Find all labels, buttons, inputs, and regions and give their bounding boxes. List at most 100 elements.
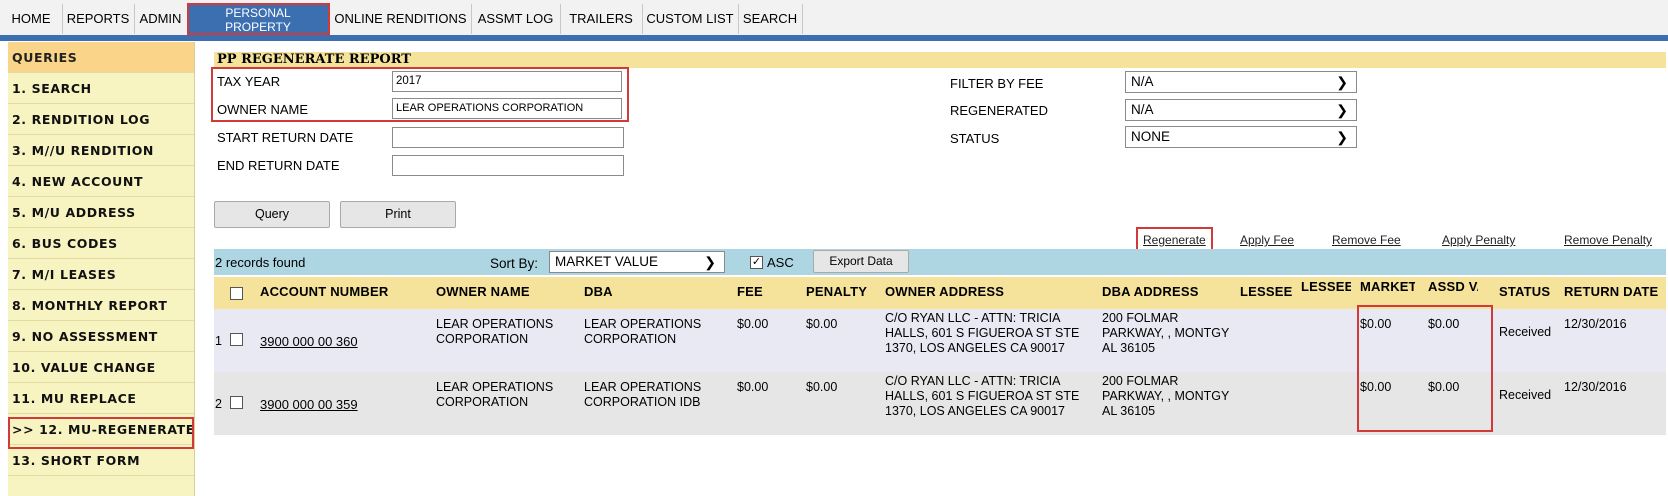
col-status[interactable]: STATUS	[1499, 277, 1550, 309]
market-value-cell: $0.00	[1360, 317, 1392, 331]
sidebar-item-monthly-report[interactable]: 8. MONTHLY REPORT	[8, 290, 194, 321]
sidebar-item-mu-regenerate[interactable]: >> 12. MU-REGENERATE	[8, 414, 194, 445]
row-number: 1	[215, 334, 222, 348]
print-button[interactable]: Print	[340, 201, 456, 228]
dba-cell: LEAR OPERATIONS CORPORATION	[584, 317, 702, 346]
sidebar-item-no-assessment[interactable]: 9. NO ASSESSMENT	[8, 321, 194, 352]
select-all-checkbox[interactable]	[230, 287, 243, 300]
row-number: 2	[215, 397, 222, 411]
status-value: NONE	[1131, 129, 1171, 144]
col-return-date[interactable]: RETURN DATE	[1564, 277, 1658, 309]
sidebar-item-mu-replace[interactable]: 11. MU REPLACE	[8, 383, 194, 414]
col-account-number[interactable]: ACCOUNT NUMBER	[260, 277, 388, 309]
status-cell: Received	[1499, 325, 1552, 339]
chevron-down-icon: ❯	[704, 254, 716, 270]
tax-year-input[interactable]: 2017	[392, 71, 622, 92]
row-checkbox[interactable]	[230, 333, 243, 346]
col-owner-address[interactable]: OWNER ADDRESS	[885, 277, 1004, 309]
fee-cell: $0.00	[737, 380, 769, 394]
filter-fee-label: FILTER BY FEE	[950, 76, 1044, 91]
tax-year-label: TAX YEAR	[217, 74, 281, 89]
col-lessee-addr[interactable]: LESSEE ADDR	[1301, 277, 1351, 309]
asc-checkbox[interactable]: ✓	[750, 256, 763, 269]
sidebar-item-rendition-log[interactable]: 2. RENDITION LOG	[8, 104, 194, 135]
col-owner-name[interactable]: OWNER NAME	[436, 277, 530, 309]
col-dba-address[interactable]: DBA ADDRESS	[1102, 277, 1199, 309]
nav-tab-custom-list[interactable]: CUSTOM LIST	[642, 4, 739, 34]
account-number-link[interactable]: 3900 000 00 360	[260, 334, 358, 349]
assd-value-cell: $0.00	[1428, 317, 1460, 331]
owner-name-cell: LEAR OPERATIONS CORPORATION	[436, 317, 554, 346]
start-return-label: START RETURN DATE	[217, 130, 354, 145]
top-nav: HOME REPORTS ADMIN PERSONAL PROPERTY ONL…	[0, 0, 1668, 36]
apply-penalty-link[interactable]: Apply Penalty	[1442, 233, 1515, 247]
records-found-text: 2 records found	[215, 255, 306, 270]
col-fee[interactable]: FEE	[737, 277, 763, 309]
end-return-label: END RETURN DATE	[217, 158, 340, 173]
sidebar-item-search[interactable]: 1. SEARCH	[8, 73, 194, 104]
sidebar-item-short-form[interactable]: 13. SHORT FORM	[8, 445, 194, 476]
query-button[interactable]: Query	[214, 201, 330, 228]
filter-fee-select[interactable]: N/A ❯	[1125, 71, 1357, 93]
nav-tab-reports[interactable]: REPORTS	[62, 4, 135, 34]
owner-name-input[interactable]: LEAR OPERATIONS CORPORATION	[392, 98, 622, 119]
penalty-cell: $0.00	[806, 317, 838, 331]
row-checkbox[interactable]	[230, 396, 243, 409]
assd-value-cell: $0.00	[1428, 380, 1460, 394]
asc-label: ASC	[767, 255, 794, 270]
nav-tab-admin[interactable]: ADMIN	[134, 4, 188, 34]
sidebar-item-mu-rendition[interactable]: 3. M//U RENDITION	[8, 135, 194, 166]
results-control-bar: 2 records found Sort By: MARKET VALUE ❯ ✓…	[214, 249, 1666, 275]
fee-cell: $0.00	[737, 317, 769, 331]
sidebar-item-mu-address[interactable]: 5. M/U ADDRESS	[8, 197, 194, 228]
regenerated-select[interactable]: N/A ❯	[1125, 99, 1357, 121]
nav-tab-home[interactable]: HOME	[0, 4, 63, 34]
sort-by-label: Sort By:	[490, 256, 539, 271]
export-data-button[interactable]: Export Data	[813, 250, 909, 273]
col-penalty[interactable]: PENALTY	[806, 277, 867, 309]
sidebar-item-new-account[interactable]: 4. NEW ACCOUNT	[8, 166, 194, 197]
status-label: STATUS	[950, 131, 1000, 146]
chevron-down-icon: ❯	[1336, 129, 1348, 145]
regenerate-link[interactable]: Regenerate	[1143, 233, 1206, 247]
sidebar-item-bus-codes[interactable]: 6. BUS CODES	[8, 228, 194, 259]
col-dba[interactable]: DBA	[584, 277, 613, 309]
table-header: ACCOUNT NUMBER OWNER NAME DBA FEE PENALT…	[214, 277, 1666, 309]
sidebar: QUERIES 1. SEARCH 2. RENDITION LOG 3. M/…	[8, 42, 195, 496]
remove-penalty-link[interactable]: Remove Penalty	[1564, 233, 1652, 247]
col-lessee[interactable]: LESSEE	[1240, 277, 1293, 309]
col-market-value[interactable]: MARKET VALUE	[1360, 277, 1415, 309]
sidebar-header: QUERIES	[8, 42, 194, 73]
account-number-link[interactable]: 3900 000 00 359	[260, 397, 358, 412]
nav-underline-bar	[0, 35, 1668, 41]
sidebar-item-value-change[interactable]: 10. VALUE CHANGE	[8, 352, 194, 383]
nav-tab-search[interactable]: SEARCH	[738, 4, 803, 34]
owner-address-cell: C/O RYAN LLC - ATTN: TRICIA HALLS, 601 S…	[885, 374, 1080, 418]
status-select[interactable]: NONE ❯	[1125, 126, 1357, 148]
nav-tab-online-renditions[interactable]: ONLINE RENDITIONS	[330, 4, 472, 34]
sort-by-select[interactable]: MARKET VALUE ❯	[549, 251, 725, 273]
chevron-down-icon: ❯	[1336, 74, 1348, 90]
start-return-input[interactable]	[392, 127, 624, 148]
nav-tab-personal-property[interactable]: PERSONAL PROPERTY	[188, 4, 329, 34]
sidebar-item-mi-leases[interactable]: 7. M/I LEASES	[8, 259, 194, 290]
end-return-input[interactable]	[392, 155, 624, 176]
apply-fee-link[interactable]: Apply Fee	[1240, 233, 1294, 247]
table-row: 1 3900 000 00 360 LEAR OPERATIONS CORPOR…	[214, 309, 1666, 372]
sort-by-value: MARKET VALUE	[555, 254, 659, 269]
nav-tab-assmt-log[interactable]: ASSMT LOG	[471, 4, 561, 34]
report-title: PP REGENERATE REPORT	[214, 52, 1666, 68]
dba-address-cell: 200 FOLMAR PARKWAY, , MONTGY AL 36105	[1102, 311, 1230, 355]
regenerated-value: N/A	[1131, 102, 1154, 117]
status-cell: Received	[1499, 388, 1552, 402]
owner-name-label: OWNER NAME	[217, 102, 308, 117]
owner-name-cell: LEAR OPERATIONS CORPORATION	[436, 380, 554, 409]
col-assd-value[interactable]: ASSD VALUE	[1428, 277, 1478, 309]
return-date-cell: 12/30/2016	[1564, 317, 1627, 331]
market-value-cell: $0.00	[1360, 380, 1392, 394]
owner-address-cell: C/O RYAN LLC - ATTN: TRICIA HALLS, 601 S…	[885, 311, 1080, 355]
return-date-cell: 12/30/2016	[1564, 380, 1627, 394]
nav-tab-trailers[interactable]: TRAILERS	[560, 4, 643, 34]
remove-fee-link[interactable]: Remove Fee	[1332, 233, 1401, 247]
chevron-down-icon: ❯	[1336, 102, 1348, 118]
